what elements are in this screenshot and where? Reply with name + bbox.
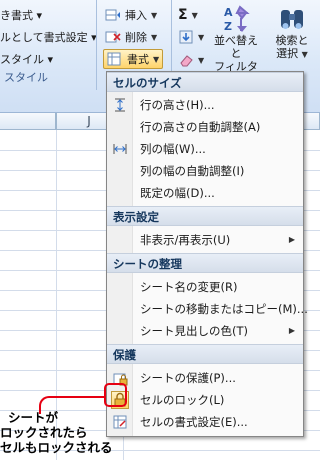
menu-section-visibility: 表示設定 — [107, 206, 303, 226]
sort-az-icon: AZ — [220, 4, 252, 34]
hide-unhide-label: 非表示/再表示(U) — [140, 233, 231, 247]
autosum-button[interactable]: Σ ▼ — [178, 4, 198, 26]
lock-cell-label: セルのロック(L) — [140, 393, 225, 407]
format-button[interactable]: 書式 ▼ — [103, 49, 164, 69]
eraser-icon — [178, 52, 194, 68]
column-j-caption: J — [87, 114, 91, 128]
insert-button[interactable]: 挿入 ▼ — [105, 4, 157, 26]
menu-item-row-autofit[interactable]: 行の高さの自動調整(A) — [107, 116, 303, 138]
autosum-dropdown-icon[interactable]: ▼ — [192, 11, 198, 20]
format-dropdown-menu: セルのサイズ 行の高さ(H)... 行の高さの自動調整(A) 列の幅(W)...… — [106, 71, 308, 437]
fill-button[interactable]: ▼ — [178, 26, 204, 48]
find-select-button[interactable]: 検索と 選択 ▼ — [268, 4, 316, 61]
insert-cells-icon — [105, 7, 121, 23]
find-dropdown-icon: ▼ — [301, 50, 308, 59]
row-height-icon — [112, 97, 128, 113]
submenu-arrow-icon: ▶ — [288, 326, 295, 335]
callout-line-2: ロックされたら — [0, 425, 88, 440]
move-copy-label: シートの移動またはコピー(M)... — [140, 302, 308, 316]
menu-item-column-autofit[interactable]: 列の幅の自動調整(I) — [107, 160, 303, 182]
format-label: 書式 — [127, 53, 149, 66]
styles-group: き書式 ▾ ルとして書式設定 ▾ スタイル ▾ スタイル — [0, 0, 97, 90]
conditional-format-button[interactable]: き書式 ▾ — [0, 7, 42, 23]
styles-group-label: スタイル — [4, 71, 48, 84]
format-cells-label: セルの書式設定(E)... — [140, 415, 248, 429]
menu-item-format-cells[interactable]: セルの書式設定(E)... — [107, 411, 303, 433]
callout-line-1: シートが — [8, 410, 59, 425]
column-header-j-pre4 — [56, 113, 57, 130]
menu-item-column-width[interactable]: 列の幅(W)... — [107, 138, 303, 160]
column-autofit-label: 列の幅の自動調整(I) — [140, 164, 245, 178]
delete-button[interactable]: 削除 ▼ — [105, 26, 157, 48]
format-as-table-button[interactable]: ルとして書式設定 ▾ — [0, 29, 97, 45]
svg-text:A: A — [224, 6, 233, 19]
protect-sheet-label: シートの保護(P)... — [140, 371, 236, 385]
find-select-label-2: 選択 ▼ — [276, 47, 308, 60]
menu-item-row-height[interactable]: 行の高さ(H)... — [107, 94, 303, 116]
rename-sheet-label: シート名の変更(R) — [140, 280, 238, 294]
binoculars-icon — [277, 4, 307, 34]
menu-item-lock-cell[interactable]: セルのロック(L) — [107, 389, 303, 411]
column-width-icon — [112, 141, 128, 157]
clear-dropdown-icon[interactable]: ▼ — [198, 56, 204, 65]
clear-button[interactable]: ▼ — [178, 49, 204, 71]
delete-label: 削除 — [125, 31, 147, 44]
default-width-label: 既定の幅(D)... — [140, 186, 215, 200]
column-width-label: 列の幅(W)... — [140, 142, 206, 156]
sort-filter-label-1: 並べ替えと — [214, 34, 258, 60]
row-autofit-label: 行の高さの自動調整(A) — [140, 120, 261, 134]
find-select-label-1: 検索と — [275, 34, 309, 47]
fill-dropdown-icon[interactable]: ▼ — [198, 33, 204, 42]
callout-line-3: セルもロックされる — [0, 440, 113, 455]
menu-item-protect-sheet[interactable]: シートの保護(P)... — [107, 367, 303, 389]
menu-item-rename-sheet[interactable]: シート名の変更(R) — [107, 276, 303, 298]
submenu-arrow-icon: ▶ — [288, 235, 295, 244]
column-header-i[interactable] — [0, 113, 56, 130]
tab-color-label: シート見出しの色(T) — [140, 324, 248, 338]
menu-item-hide-unhide[interactable]: 非表示/再表示(U) ▶ — [107, 229, 303, 251]
menu-section-organize-sheets: シートの整理 — [107, 253, 303, 273]
menu-item-default-width[interactable]: 既定の幅(D)... — [107, 182, 303, 204]
callout-highlight-box — [104, 383, 127, 407]
delete-dropdown-icon[interactable]: ▼ — [151, 33, 157, 42]
delete-cells-icon — [105, 29, 121, 45]
svg-text:Z: Z — [224, 20, 232, 33]
row-height-label: 行の高さ(H)... — [140, 98, 215, 112]
insert-dropdown-icon[interactable]: ▼ — [151, 11, 157, 20]
menu-section-protection: 保護 — [107, 344, 303, 364]
cell-styles-button[interactable]: スタイル ▾ — [0, 51, 53, 67]
format-cells-icon — [107, 51, 123, 67]
menu-section-cell-size: セルのサイズ — [107, 72, 303, 92]
annotation-callout: シートが ロックされたら セルもロックされる — [0, 410, 130, 455]
fill-down-icon — [178, 29, 194, 45]
menu-item-tab-color[interactable]: シート見出しの色(T) ▶ — [107, 320, 303, 342]
sigma-icon: Σ — [178, 7, 188, 23]
insert-label: 挿入 — [125, 9, 147, 22]
format-dropdown-icon[interactable]: ▼ — [153, 55, 159, 64]
menu-item-move-copy-sheet[interactable]: シートの移動またはコピー(M)... — [107, 298, 308, 320]
